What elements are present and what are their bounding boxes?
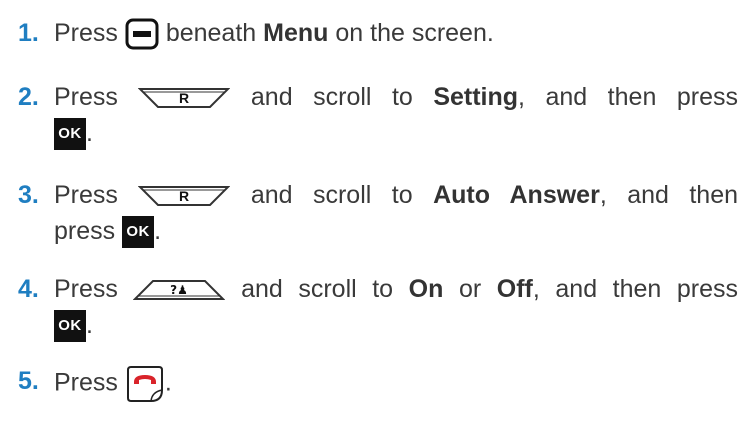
step-text: Press bbox=[54, 181, 118, 209]
step-2: 2. Press R and scroll to Setting, and th… bbox=[18, 80, 738, 151]
step-line: Press R and scroll to Auto Answer, and t… bbox=[54, 178, 738, 212]
bold-term-setting: Setting bbox=[433, 83, 519, 111]
menu-softkey-icon bbox=[125, 18, 159, 50]
bold-term-on: On bbox=[408, 275, 444, 303]
ok-key-icon: OK bbox=[54, 310, 86, 343]
step-text: Press bbox=[54, 19, 118, 47]
step-text: , and then press bbox=[532, 275, 739, 303]
step-text: and scroll to bbox=[250, 181, 413, 209]
nav-down-r-icon: R bbox=[138, 87, 231, 109]
step-text: or bbox=[458, 275, 482, 303]
step-1: 1. Press beneath Menu on the screen. bbox=[18, 16, 738, 50]
step-text: beneath bbox=[165, 19, 257, 47]
bold-term-menu: Menu bbox=[263, 19, 329, 47]
nav-up-contacts-icon: ?♟ bbox=[133, 279, 226, 301]
step-text: and scroll to bbox=[250, 83, 413, 111]
step-text: press bbox=[54, 217, 116, 245]
ok-key-icon: OK bbox=[54, 118, 86, 151]
step-number: 5. bbox=[18, 367, 39, 395]
step-text: Press bbox=[54, 83, 118, 111]
nav-down-r-icon: R bbox=[138, 185, 231, 207]
step-text: , and then press bbox=[518, 83, 738, 111]
step-5: 5. Press . bbox=[18, 364, 738, 404]
step-text: . bbox=[164, 368, 172, 397]
step-4: 4. Press ?♟ and scroll to On or Off, and… bbox=[18, 272, 738, 343]
step-text: Press bbox=[54, 368, 118, 397]
ok-key-icon: OK bbox=[122, 216, 155, 249]
step-text: on the screen. bbox=[335, 19, 494, 47]
bold-term-off: Off bbox=[496, 275, 533, 303]
step-line: Press R and scroll to Setting, and then … bbox=[54, 80, 738, 114]
step-number: 4. bbox=[18, 275, 39, 303]
step-3: 3. Press R and scroll to Auto Answer, an… bbox=[18, 178, 738, 249]
step-line: Press ?♟ and scroll to On or Off, and th… bbox=[54, 272, 738, 306]
nav-key-label: R bbox=[179, 90, 189, 106]
bold-term-auto-answer: Auto Answer bbox=[433, 181, 600, 209]
step-text: . bbox=[86, 311, 93, 339]
step-text: , and then bbox=[599, 181, 739, 209]
step-text: and scroll to bbox=[241, 275, 394, 303]
step-number: 3. bbox=[18, 181, 39, 209]
step-number: 2. bbox=[18, 83, 39, 111]
nav-key-label: ?♟ bbox=[171, 283, 189, 297]
step-text: Press bbox=[54, 275, 118, 303]
step-number: 1. bbox=[18, 19, 39, 47]
step-text: . bbox=[154, 217, 162, 245]
step-text: . bbox=[86, 119, 93, 147]
end-call-icon bbox=[125, 364, 165, 404]
nav-key-label: R bbox=[179, 188, 189, 204]
